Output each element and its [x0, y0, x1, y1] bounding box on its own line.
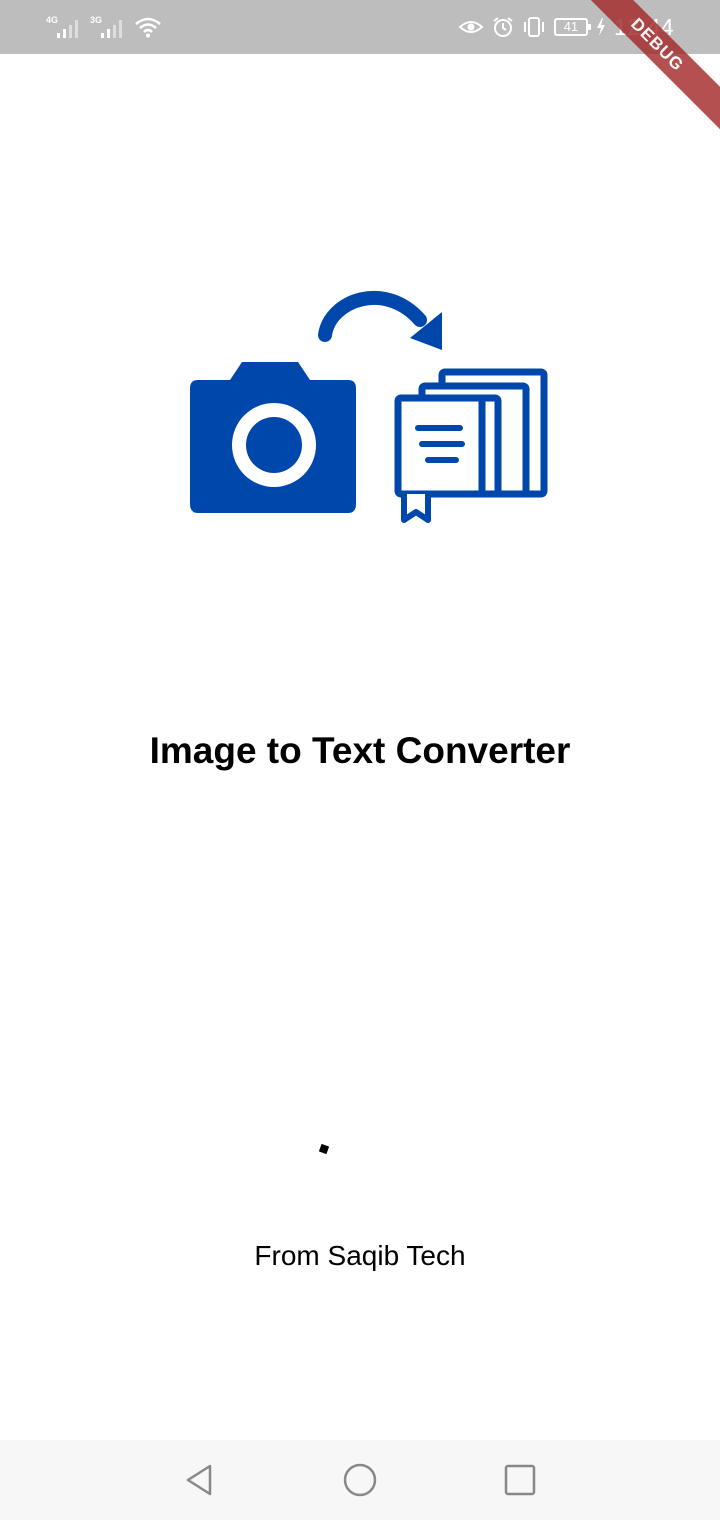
status-bar-left: 4G 3G [46, 12, 162, 42]
developer-credit: From Saqib Tech [254, 1240, 466, 1271]
battery-icon: 41 [553, 18, 591, 36]
signal-3g-icon: 3G [90, 15, 124, 39]
vibrate-icon [523, 17, 544, 37]
home-icon[interactable] [340, 1460, 380, 1500]
signal-4g-icon: 4G [46, 15, 80, 39]
image-to-text-logo-icon [190, 290, 548, 523]
eye-comfort-icon [458, 21, 484, 33]
app-title: Image to Text Converter [149, 730, 571, 771]
recents-icon[interactable] [500, 1460, 540, 1500]
splash-screen: 4G 3G 41 DEBUG Image to Text Converter F… [0, 0, 720, 1520]
back-icon[interactable] [180, 1460, 220, 1500]
wifi-icon [135, 17, 161, 38]
navigation-bar [0, 1440, 720, 1520]
charging-icon [596, 18, 605, 36]
alarm-icon [493, 17, 513, 37]
loading-spinner [318, 1143, 330, 1155]
